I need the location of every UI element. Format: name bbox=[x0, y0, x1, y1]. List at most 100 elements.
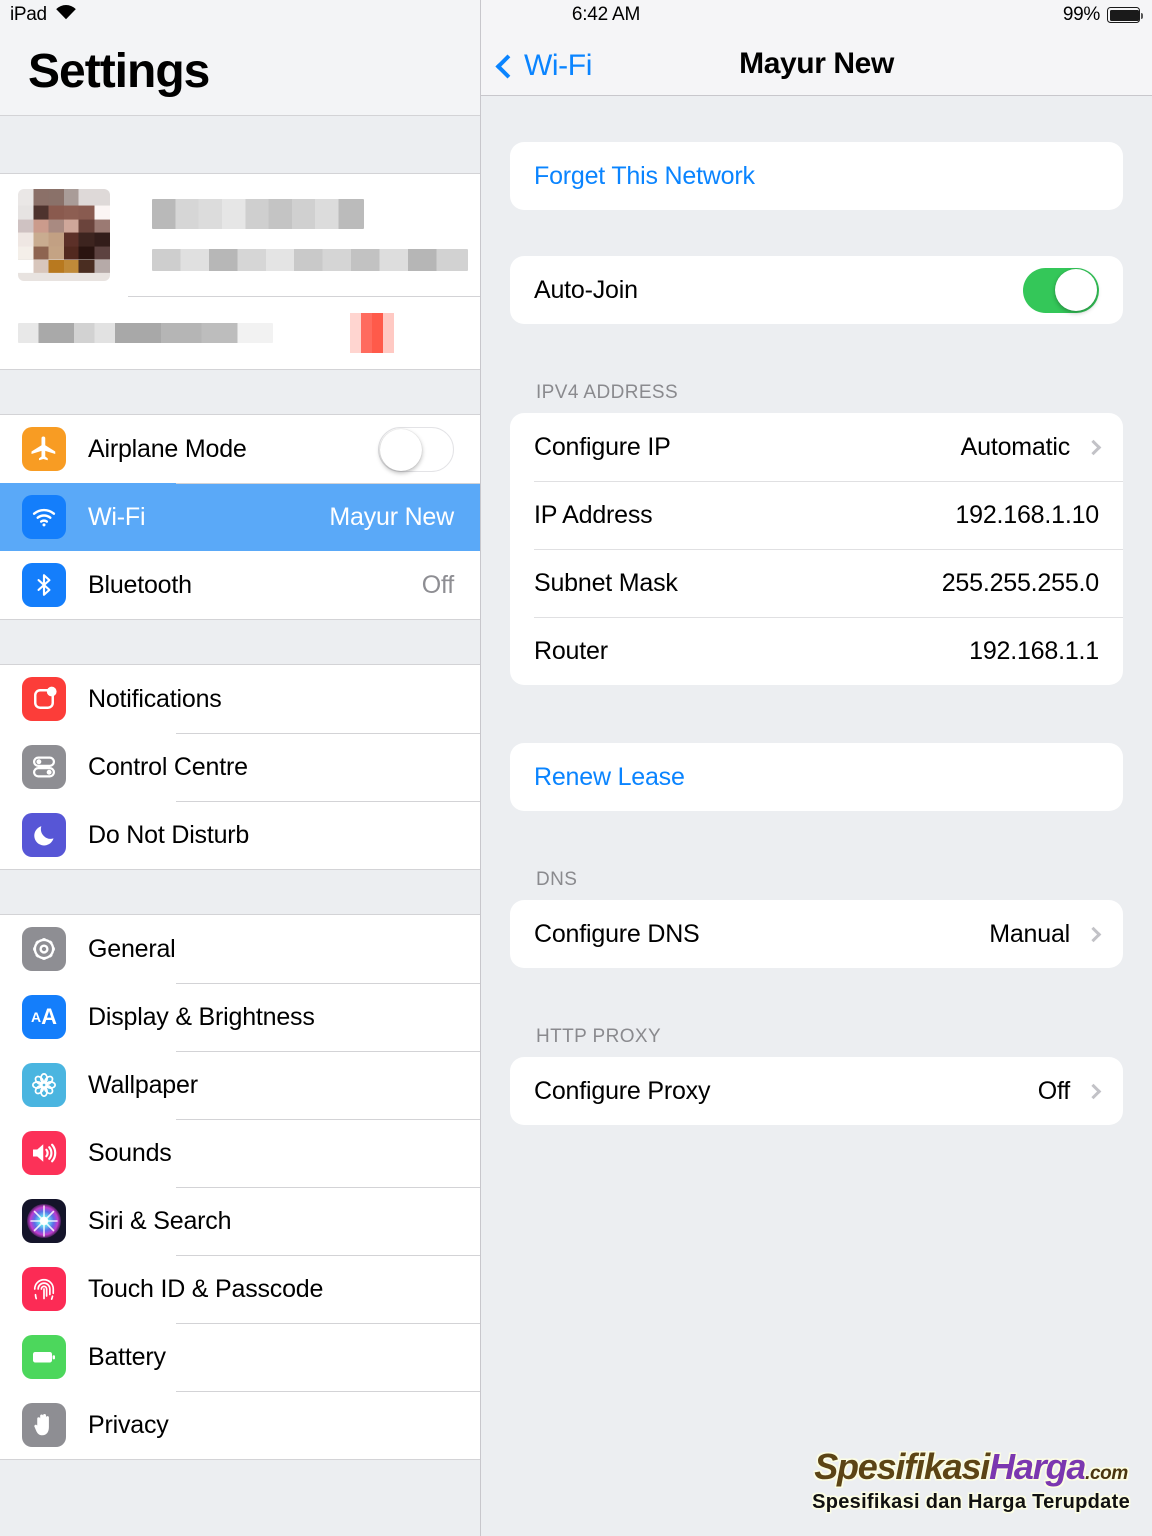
auto-join-label: Auto-Join bbox=[534, 275, 638, 304]
secondary-account-row[interactable] bbox=[0, 297, 480, 369]
dns-card: Configure DNS Manual bbox=[510, 900, 1123, 968]
sidebar-item-control-centre[interactable]: Control Centre bbox=[0, 733, 480, 801]
sidebar-item-label: Bluetooth bbox=[88, 570, 192, 599]
apple-id-row[interactable] bbox=[0, 174, 480, 296]
auto-join-row: Auto-Join bbox=[510, 256, 1123, 324]
do-not-disturb-icon bbox=[22, 813, 66, 857]
account-email-redacted bbox=[152, 249, 468, 271]
row-content: Airplane Mode bbox=[88, 415, 480, 483]
row-value: 255.255.255.0 bbox=[941, 568, 1099, 597]
sidebar-item-sounds[interactable]: Sounds bbox=[0, 1119, 480, 1187]
sounds-icon bbox=[22, 1131, 66, 1175]
status-bar-right: 99% bbox=[1063, 4, 1143, 26]
watermark-brand-part1: Spesifikasi bbox=[814, 1446, 990, 1487]
back-button[interactable]: Wi-Fi bbox=[495, 49, 592, 83]
row-label: Configure Proxy bbox=[534, 1076, 711, 1105]
sidebar-item-value: Mayur New bbox=[329, 502, 454, 531]
settings-sidebar: Settings Airplane Mode Wi-Fi Mayur New B… bbox=[0, 0, 481, 1536]
row-value: 192.168.1.10 bbox=[955, 500, 1099, 529]
watermark-brand-tld: .com bbox=[1085, 1463, 1128, 1484]
sidebar-item-display-brightness[interactable]: AA Display & Brightness bbox=[0, 983, 480, 1051]
back-button-label: Wi-Fi bbox=[524, 49, 592, 82]
sidebar-item-label: Do Not Disturb bbox=[88, 820, 250, 849]
bluetooth-icon bbox=[22, 563, 66, 607]
row-content: Display & Brightness bbox=[88, 983, 480, 1051]
sidebar-item-label: Privacy bbox=[88, 1410, 169, 1439]
sidebar-spacer-2 bbox=[0, 620, 480, 664]
touch-id-icon bbox=[22, 1267, 66, 1311]
sidebar-item-label: Control Centre bbox=[88, 752, 248, 781]
sidebar-spacer-1 bbox=[0, 370, 480, 414]
watermark-tagline: Spesifikasi dan Harga Terupdate bbox=[812, 1491, 1130, 1513]
siri-icon bbox=[22, 1199, 66, 1243]
sidebar-item-label: Touch ID & Passcode bbox=[88, 1274, 324, 1303]
row-content: Siri & Search bbox=[88, 1187, 480, 1255]
auto-join-toggle[interactable] bbox=[1023, 267, 1099, 313]
battery-icon bbox=[1107, 7, 1143, 23]
sidebar-item-battery[interactable]: Battery bbox=[0, 1323, 480, 1391]
forget-network-row[interactable]: Forget This Network bbox=[510, 142, 1123, 210]
sidebar-item-general[interactable]: General bbox=[0, 915, 480, 983]
airplane-icon bbox=[22, 427, 66, 471]
sidebar-item-wallpaper[interactable]: Wallpaper bbox=[0, 1051, 480, 1119]
sidebar-item-siri-search[interactable]: Siri & Search bbox=[0, 1187, 480, 1255]
row-content: Bluetooth Off bbox=[88, 551, 480, 619]
router-row: Router 192.168.1.1 bbox=[510, 617, 1123, 685]
watermark-brand-part2: Harga bbox=[989, 1446, 1086, 1487]
sidebar-item-label: Display & Brightness bbox=[88, 1002, 315, 1031]
sidebar-item-label: Airplane Mode bbox=[88, 434, 247, 463]
secondary-label-redacted bbox=[18, 323, 273, 343]
wifi-icon bbox=[22, 495, 66, 539]
wallpaper-icon bbox=[22, 1063, 66, 1107]
sidebar-item-do-not-disturb[interactable]: Do Not Disturb bbox=[0, 801, 480, 869]
ipad-settings-screen: Settings Airplane Mode Wi-Fi Mayur New B… bbox=[0, 0, 1152, 1536]
sidebar-item-bluetooth[interactable]: Bluetooth Off bbox=[0, 551, 480, 619]
configure-proxy-row[interactable]: Configure Proxy Off bbox=[510, 1057, 1123, 1125]
battery-fill bbox=[1109, 9, 1140, 21]
configure-ip-row[interactable]: Configure IP Automatic bbox=[510, 413, 1123, 481]
configure-dns-row[interactable]: Configure DNS Manual bbox=[510, 900, 1123, 968]
site-watermark: SpesifikasiHarga.com Spesifikasi dan Har… bbox=[812, 1446, 1130, 1513]
chevron-right-icon bbox=[1085, 926, 1102, 942]
forget-network-card: Forget This Network bbox=[510, 142, 1123, 210]
apple-account-group bbox=[0, 173, 480, 370]
sidebar-item-wifi[interactable]: Wi-Fi Mayur New bbox=[0, 483, 480, 551]
airplane-mode-toggle[interactable] bbox=[378, 426, 454, 472]
status-bar: iPad 6:42 AM 99% bbox=[0, 0, 1152, 30]
sidebar-group-notifications: Notifications Control Centre Do Not Dist… bbox=[0, 664, 480, 870]
display-brightness-icon: AA bbox=[22, 995, 66, 1039]
network-detail-pane: Wi-Fi Mayur New Forget This Network Auto… bbox=[481, 0, 1152, 1536]
sidebar-item-notifications[interactable]: Notifications bbox=[0, 665, 480, 733]
ip-address-row: IP Address 192.168.1.10 bbox=[510, 481, 1123, 549]
chevron-left-icon bbox=[495, 53, 520, 79]
renew-lease-label: Renew Lease bbox=[534, 762, 685, 791]
gear-icon bbox=[22, 927, 66, 971]
row-value: 192.168.1.1 bbox=[969, 636, 1099, 665]
sidebar-item-touch-id-passcode[interactable]: Touch ID & Passcode bbox=[0, 1255, 480, 1323]
sidebar-item-label: Notifications bbox=[88, 684, 222, 713]
row-label: Configure IP bbox=[534, 432, 671, 461]
ipv4-section-header: IPV4 ADDRESS bbox=[536, 382, 679, 403]
forget-network-label: Forget This Network bbox=[534, 161, 755, 190]
sidebar-item-privacy[interactable]: Privacy bbox=[0, 1391, 480, 1459]
row-content: General bbox=[88, 915, 480, 983]
sidebar-spacer-3 bbox=[0, 870, 480, 914]
renew-lease-row[interactable]: Renew Lease bbox=[510, 743, 1123, 811]
notifications-icon bbox=[22, 677, 66, 721]
sidebar-item-airplane-mode[interactable]: Airplane Mode bbox=[0, 415, 480, 483]
row-value: Manual bbox=[989, 919, 1070, 948]
sidebar-item-label: Battery bbox=[88, 1342, 166, 1371]
sidebar-spacer-top bbox=[0, 115, 480, 173]
sidebar-item-label: Siri & Search bbox=[88, 1206, 232, 1235]
dns-section-header: DNS bbox=[536, 869, 578, 890]
row-content: Notifications bbox=[88, 665, 480, 733]
row-content: Privacy bbox=[88, 1391, 480, 1459]
row-value: Automatic bbox=[960, 432, 1071, 461]
control-centre-icon bbox=[22, 745, 66, 789]
subnet-mask-row: Subnet Mask 255.255.255.0 bbox=[510, 549, 1123, 617]
status-bar-center: 6:42 AM bbox=[0, 4, 1152, 26]
row-content: Sounds bbox=[88, 1119, 480, 1187]
account-name-redacted bbox=[152, 199, 364, 229]
